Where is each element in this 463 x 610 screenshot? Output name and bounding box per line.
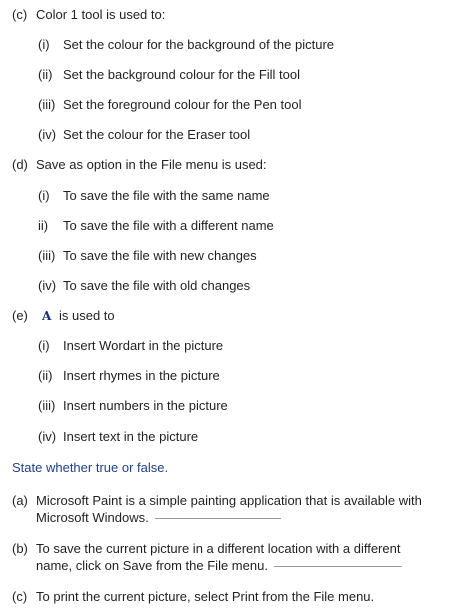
option-text: Set the foreground colour for the Pen to…: [63, 97, 302, 112]
option-number: (iii): [38, 97, 56, 112]
item-text: To save the current picture in a differe…: [36, 541, 401, 556]
option-number: ii): [38, 218, 49, 233]
option-c-ii: (ii) Set the background colour for the F…: [38, 67, 300, 83]
option-text: Insert numbers in the picture: [63, 398, 228, 413]
tf-item-b-cont: name, click on Save from the File menu.: [36, 558, 402, 574]
question-e: (e) A is used to: [12, 308, 115, 324]
answer-blank[interactable]: [273, 565, 402, 567]
question-text: Save as option in the File menu is used:: [36, 157, 267, 172]
option-c-iii: (iii) Set the foreground colour for the …: [38, 97, 302, 113]
item-number: (a): [12, 493, 28, 508]
option-number: (ii): [38, 368, 53, 383]
option-text: Insert Wordart in the picture: [63, 338, 224, 353]
option-number: (ii): [38, 67, 53, 82]
option-number: (iv): [38, 127, 57, 142]
option-number: (i): [38, 188, 50, 203]
option-d-iii: (iii) To save the file with new changes: [38, 248, 257, 264]
option-number: (i): [38, 338, 50, 353]
tf-item-c: (c) To print the current picture, select…: [12, 589, 374, 605]
question-d: (d) Save as option in the File menu is u…: [12, 157, 267, 173]
section-heading: State whether true or false.: [12, 460, 168, 476]
option-text: Insert rhymes in the picture: [63, 368, 220, 383]
option-text: To save the file with old changes: [63, 278, 251, 293]
option-text: To save the file with the same name: [63, 188, 270, 203]
heading-text: State whether true or false.: [12, 460, 169, 475]
text-tool-icon: A: [42, 309, 52, 323]
option-e-ii: (ii) Insert rhymes in the picture: [38, 368, 220, 384]
question-number: (d): [12, 157, 28, 172]
option-c-i: (i) Set the colour for the background of…: [38, 37, 334, 53]
item-text: Microsoft Windows.: [36, 510, 149, 525]
option-d-iv: (iv) To save the file with old changes: [38, 278, 250, 294]
tf-item-a: (a) Microsoft Paint is a simple painting…: [12, 493, 422, 509]
option-e-iv: (iv) Insert text in the picture: [38, 429, 198, 445]
question-text: Color 1 tool is used to:: [36, 7, 166, 22]
question-c: (c) Color 1 tool is used to:: [12, 7, 165, 23]
option-text: Set the background colour for the Fill t…: [63, 67, 301, 82]
answer-blank[interactable]: [154, 517, 281, 519]
item-number: (c): [12, 589, 28, 604]
option-text: To save the file with new changes: [63, 248, 257, 263]
option-number: (iii): [38, 398, 56, 413]
question-text: is used to: [59, 308, 115, 323]
question-number: (c): [12, 7, 28, 22]
tf-item-b: (b) To save the current picture in a dif…: [12, 541, 400, 557]
item-text: To print the current picture, select Pri…: [36, 589, 375, 604]
item-text: name, click on Save from the File menu.: [36, 558, 268, 573]
option-number: (iv): [38, 429, 57, 444]
option-text: Set the colour for the Eraser tool: [63, 127, 251, 142]
option-c-iv: (iv) Set the colour for the Eraser tool: [38, 127, 250, 143]
option-text: To save the file with a different name: [63, 218, 274, 233]
option-e-i: (i) Insert Wordart in the picture: [38, 338, 223, 354]
option-number: (iii): [38, 248, 56, 263]
option-d-ii: ii) To save the file with a different na…: [38, 218, 274, 234]
option-d-i: (i) To save the file with the same name: [38, 188, 270, 204]
option-number: (i): [38, 37, 50, 52]
question-number: (e): [12, 308, 28, 323]
option-e-iii: (iii) Insert numbers in the picture: [38, 398, 228, 414]
option-text: Set the colour for the background of the…: [63, 37, 335, 52]
option-number: (iv): [38, 278, 57, 293]
tf-item-a-cont: Microsoft Windows.: [36, 510, 281, 526]
item-text: Microsoft Paint is a simple painting app…: [36, 493, 422, 508]
item-number: (b): [12, 541, 28, 556]
option-text: Insert text in the picture: [63, 429, 199, 444]
